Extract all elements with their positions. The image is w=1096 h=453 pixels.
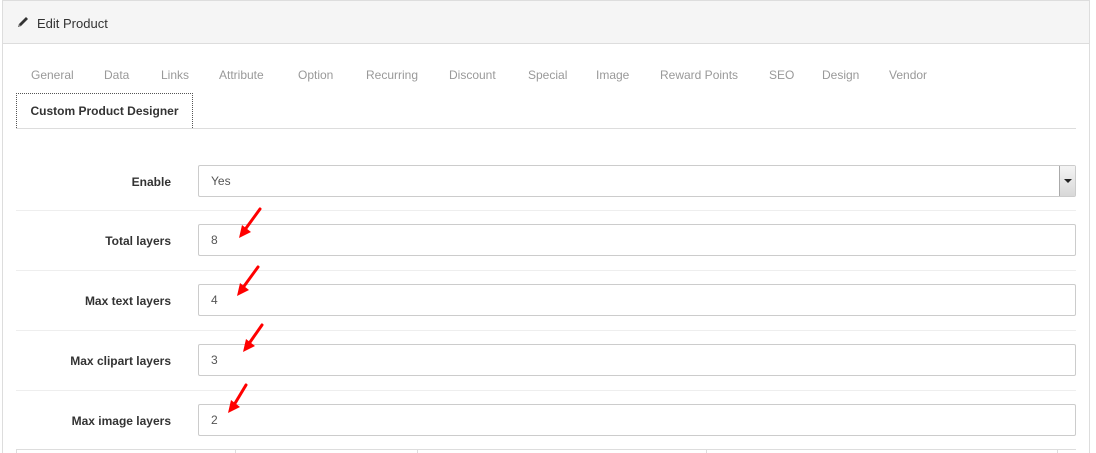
enable-select[interactable]: Yes [198,165,1076,197]
tab-recurring[interactable]: Recurring [366,68,418,82]
form-row-max-image-layers: Max image layers 2 [16,390,1076,450]
panel-title: Edit Product [37,16,108,31]
max-image-layers-input[interactable]: 2 [198,404,1076,436]
enable-label: Enable [131,175,171,189]
panel-heading: Edit Product [3,1,1089,44]
chevron-down-icon[interactable] [1059,166,1075,196]
tab-links[interactable]: Links [161,68,189,82]
tab-image[interactable]: Image [596,68,629,82]
max-text-layers-label: Max text layers [84,294,171,308]
form-row-max-text-layers: Max text layers 4 [16,270,1076,330]
tab-attribute[interactable]: Attribute [219,68,264,82]
enable-select-value: Yes [211,174,231,188]
tab-special[interactable]: Special [528,68,567,82]
max-image-layers-label: Max image layers [71,414,171,428]
red-arrow-icon [239,207,262,238]
red-arrow-icon [243,323,264,352]
tab-reward-points[interactable]: Reward Points [660,68,738,82]
tab-general[interactable]: General [31,68,74,82]
red-arrow-icon [237,265,260,296]
tab-discount[interactable]: Discount [449,68,496,82]
tab-vendor[interactable]: Vendor [889,68,927,82]
form-row-max-clipart-layers: Max clipart layers 3 [16,330,1076,390]
pencil-icon [18,17,28,27]
max-clipart-layers-label: Max clipart layers [70,354,171,368]
tab-seo[interactable]: SEO [769,68,794,82]
max-clipart-layers-input[interactable]: 3 [198,344,1076,376]
total-layers-label: Total layers [105,234,171,248]
red-arrow-icon [228,383,248,413]
form-row-total-layers: Total layers 8 [16,210,1076,270]
tab-divider [16,128,1076,129]
max-text-layers-input[interactable]: 4 [198,284,1076,316]
tab-design[interactable]: Design [822,68,859,82]
tab-option[interactable]: Option [298,68,333,82]
total-layers-input[interactable]: 8 [198,224,1076,256]
form-row-enable: Enable Yes [16,151,1076,211]
bottom-table-edge [16,449,1076,453]
tab-data[interactable]: Data [104,68,129,82]
tab-custom-product-designer[interactable]: Custom Product Designer [16,93,193,128]
